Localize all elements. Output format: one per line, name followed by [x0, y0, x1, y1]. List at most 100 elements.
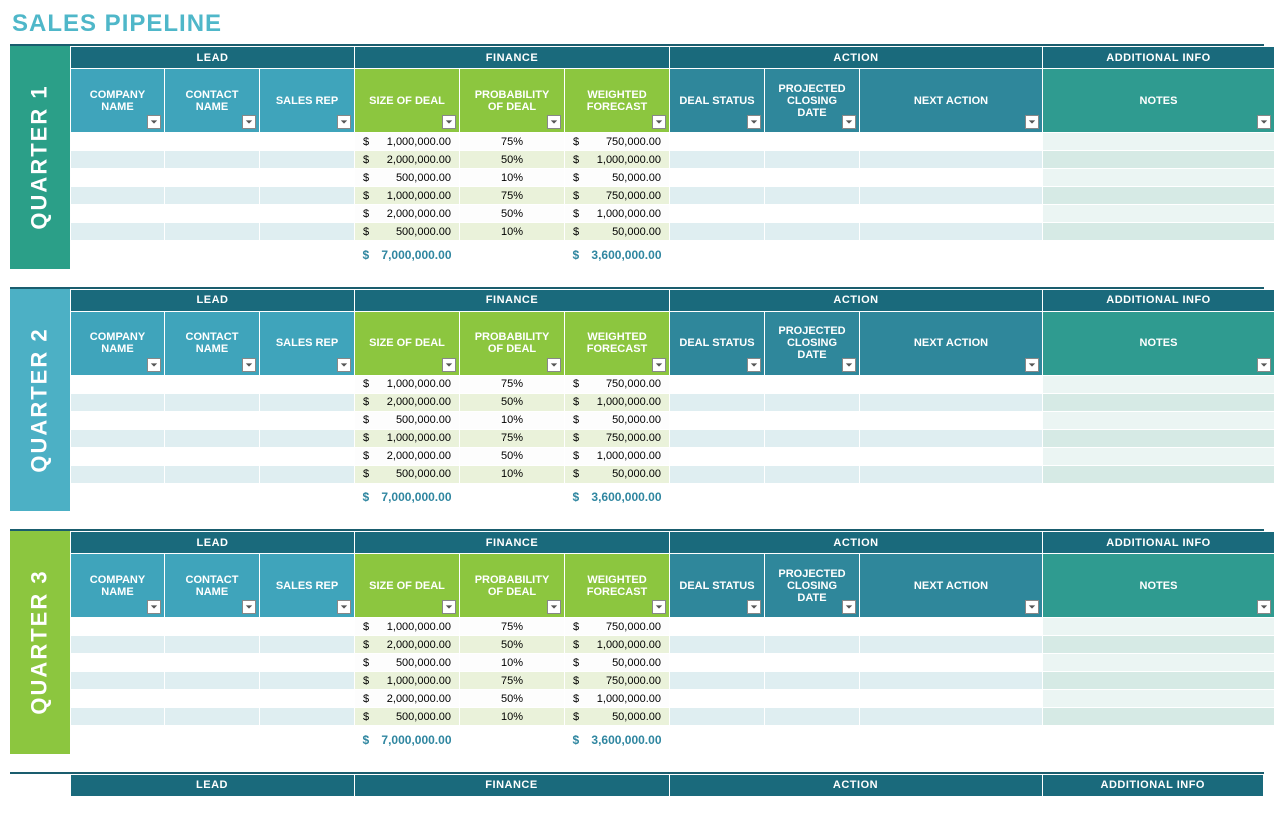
cell-size[interactable]: $500,000.00	[355, 708, 460, 726]
filter-company[interactable]	[147, 115, 161, 129]
cell-contact[interactable]	[165, 447, 260, 465]
cell-contact[interactable]	[165, 205, 260, 223]
cell-next[interactable]	[860, 169, 1043, 187]
cell-next[interactable]	[860, 411, 1043, 429]
filter-company[interactable]	[147, 358, 161, 372]
cell-next[interactable]	[860, 465, 1043, 483]
data-row[interactable]: $1,000,000.0075%$750,000.00	[71, 133, 1274, 151]
cell-status[interactable]	[670, 205, 765, 223]
cell-company[interactable]	[71, 654, 165, 672]
cell-next[interactable]	[860, 393, 1043, 411]
data-row[interactable]: $1,000,000.0075%$750,000.00	[71, 429, 1274, 447]
filter-size[interactable]	[442, 115, 456, 129]
cell-forecast[interactable]: $1,000,000.00	[565, 690, 670, 708]
cell-notes[interactable]	[1043, 672, 1274, 690]
cell-status[interactable]	[670, 465, 765, 483]
filter-prob[interactable]	[547, 115, 561, 129]
cell-notes[interactable]	[1043, 708, 1274, 726]
cell-next[interactable]	[860, 205, 1043, 223]
cell-forecast[interactable]: $750,000.00	[565, 133, 670, 151]
cell-prob[interactable]: 50%	[460, 636, 565, 654]
cell-forecast[interactable]: $50,000.00	[565, 223, 670, 241]
cell-rep[interactable]	[260, 375, 355, 393]
filter-closing[interactable]	[842, 115, 856, 129]
filter-next[interactable]	[1025, 358, 1039, 372]
cell-rep[interactable]	[260, 672, 355, 690]
cell-contact[interactable]	[165, 393, 260, 411]
cell-status[interactable]	[670, 133, 765, 151]
cell-status[interactable]	[670, 708, 765, 726]
cell-next[interactable]	[860, 429, 1043, 447]
cell-prob[interactable]: 50%	[460, 205, 565, 223]
cell-contact[interactable]	[165, 429, 260, 447]
cell-notes[interactable]	[1043, 169, 1274, 187]
cell-status[interactable]	[670, 429, 765, 447]
cell-closing[interactable]	[765, 672, 860, 690]
filter-rep[interactable]	[337, 115, 351, 129]
cell-company[interactable]	[71, 447, 165, 465]
cell-contact[interactable]	[165, 690, 260, 708]
cell-company[interactable]	[71, 618, 165, 636]
cell-size[interactable]: $2,000,000.00	[355, 151, 460, 169]
data-row[interactable]: $2,000,000.0050%$1,000,000.00	[71, 447, 1274, 465]
cell-notes[interactable]	[1043, 375, 1274, 393]
cell-closing[interactable]	[765, 618, 860, 636]
filter-size[interactable]	[442, 358, 456, 372]
cell-rep[interactable]	[260, 133, 355, 151]
filter-forecast[interactable]	[652, 358, 666, 372]
cell-forecast[interactable]: $750,000.00	[565, 375, 670, 393]
filter-closing[interactable]	[842, 358, 856, 372]
cell-forecast[interactable]: $1,000,000.00	[565, 393, 670, 411]
cell-next[interactable]	[860, 654, 1043, 672]
cell-rep[interactable]	[260, 169, 355, 187]
cell-prob[interactable]: 75%	[460, 375, 565, 393]
cell-next[interactable]	[860, 187, 1043, 205]
cell-contact[interactable]	[165, 708, 260, 726]
filter-status[interactable]	[747, 358, 761, 372]
cell-closing[interactable]	[765, 187, 860, 205]
cell-size[interactable]: $500,000.00	[355, 465, 460, 483]
cell-prob[interactable]: 75%	[460, 187, 565, 205]
cell-company[interactable]	[71, 636, 165, 654]
cell-notes[interactable]	[1043, 447, 1274, 465]
cell-closing[interactable]	[765, 205, 860, 223]
filter-notes[interactable]	[1257, 358, 1271, 372]
cell-rep[interactable]	[260, 187, 355, 205]
filter-prob[interactable]	[547, 600, 561, 614]
data-row[interactable]: $500,000.0010%$50,000.00	[71, 465, 1274, 483]
cell-notes[interactable]	[1043, 618, 1274, 636]
cell-rep[interactable]	[260, 447, 355, 465]
cell-company[interactable]	[71, 708, 165, 726]
cell-notes[interactable]	[1043, 690, 1274, 708]
cell-contact[interactable]	[165, 151, 260, 169]
cell-prob[interactable]: 10%	[460, 708, 565, 726]
cell-forecast[interactable]: $50,000.00	[565, 708, 670, 726]
cell-status[interactable]	[670, 375, 765, 393]
cell-prob[interactable]: 10%	[460, 654, 565, 672]
cell-prob[interactable]: 50%	[460, 690, 565, 708]
data-row[interactable]: $2,000,000.0050%$1,000,000.00	[71, 636, 1274, 654]
cell-notes[interactable]	[1043, 429, 1274, 447]
filter-size[interactable]	[442, 600, 456, 614]
cell-notes[interactable]	[1043, 187, 1274, 205]
cell-status[interactable]	[670, 672, 765, 690]
cell-forecast[interactable]: $750,000.00	[565, 672, 670, 690]
cell-prob[interactable]: 10%	[460, 169, 565, 187]
cell-closing[interactable]	[765, 636, 860, 654]
cell-company[interactable]	[71, 672, 165, 690]
cell-closing[interactable]	[765, 133, 860, 151]
cell-closing[interactable]	[765, 169, 860, 187]
filter-rep[interactable]	[337, 600, 351, 614]
cell-size[interactable]: $1,000,000.00	[355, 187, 460, 205]
cell-prob[interactable]: 75%	[460, 429, 565, 447]
cell-status[interactable]	[670, 151, 765, 169]
cell-closing[interactable]	[765, 151, 860, 169]
cell-size[interactable]: $1,000,000.00	[355, 429, 460, 447]
cell-company[interactable]	[71, 169, 165, 187]
cell-status[interactable]	[670, 636, 765, 654]
cell-prob[interactable]: 75%	[460, 618, 565, 636]
cell-notes[interactable]	[1043, 393, 1274, 411]
cell-company[interactable]	[71, 375, 165, 393]
cell-status[interactable]	[670, 411, 765, 429]
cell-size[interactable]: $2,000,000.00	[355, 447, 460, 465]
